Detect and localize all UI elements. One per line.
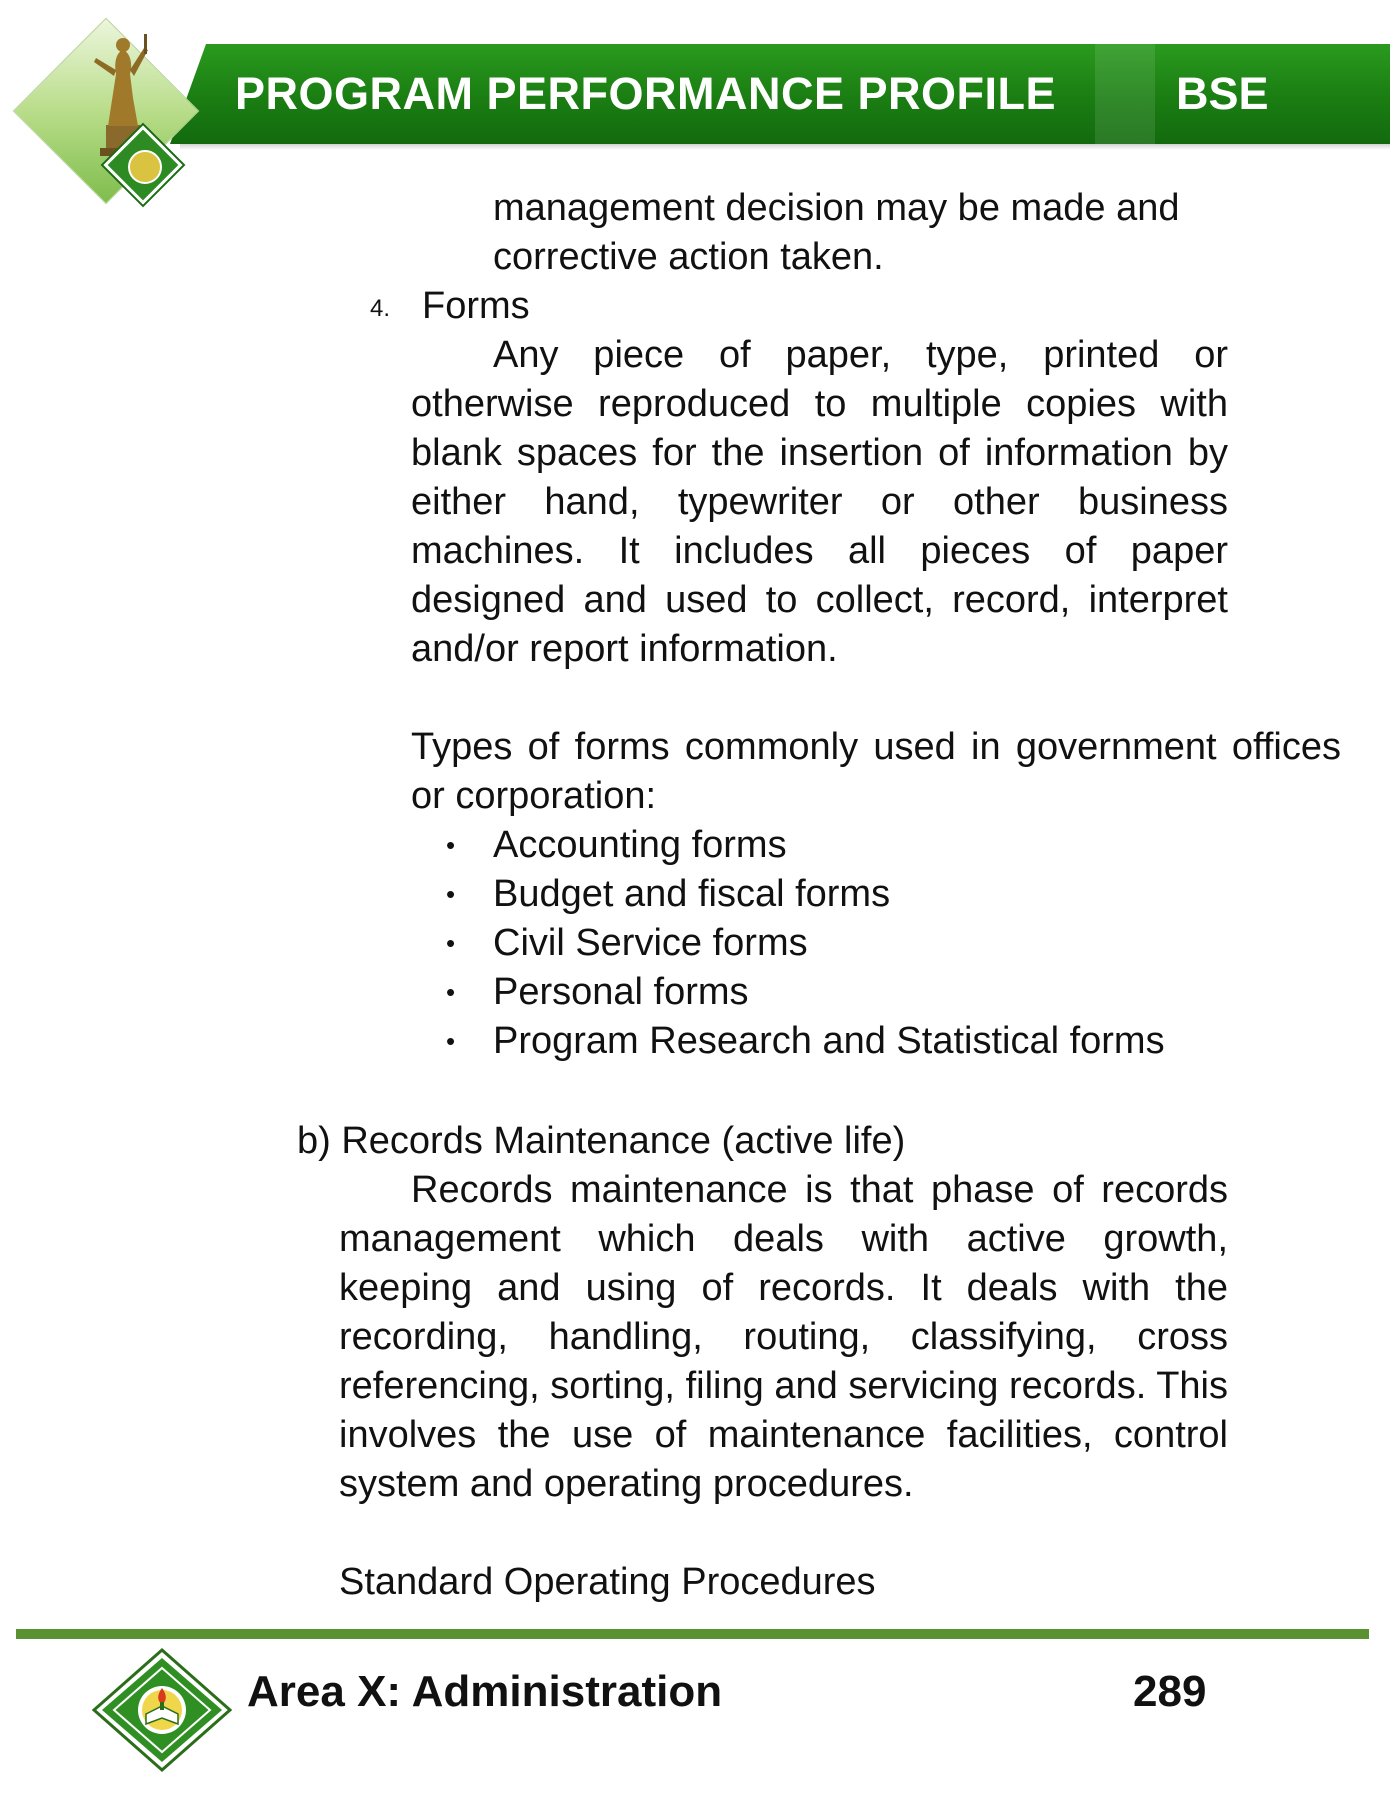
continuation-line-2: corrective action taken. — [493, 236, 884, 278]
university-seal-icon — [92, 1648, 232, 1772]
list-item-text: Civil Service forms — [493, 922, 808, 964]
list-item-text: Program Research and Statistical forms — [493, 1020, 1165, 1062]
bullet-icon: • — [446, 1026, 456, 1056]
page-number: 289 — [1133, 1667, 1207, 1716]
records-maintenance-paragraph: management which deals with active growt… — [339, 1218, 1228, 1505]
list-item-text: Budget and fiscal forms — [493, 873, 891, 915]
records-maintenance-heading: b) Records Maintenance (active life) — [297, 1120, 906, 1162]
records-maintenance-paragraph-first-line: Records maintenance is that phase of rec… — [411, 1169, 1228, 1211]
forms-heading: Forms — [422, 285, 530, 327]
list-item-text: Personal forms — [493, 971, 749, 1013]
sop-heading: Standard Operating Procedures — [339, 1561, 876, 1603]
bullet-icon: • — [446, 928, 456, 958]
forms-paragraph: otherwise reproduced to multiple copies … — [411, 383, 1228, 670]
forms-item-number: 4. — [370, 295, 391, 322]
list-item-text: Accounting forms — [493, 824, 787, 866]
header-title: PROGRAM PERFORMANCE PROFILE — [235, 68, 1057, 119]
bullet-icon: • — [446, 977, 456, 1007]
footer-rule — [16, 1629, 1369, 1639]
header-program-code: BSE — [1176, 68, 1269, 119]
footer-title: Area X: Administration — [247, 1667, 723, 1716]
forms-paragraph-first-line: Any piece of paper, type, printed or — [493, 334, 1228, 376]
forms-types-intro: Types of forms commonly used in governme… — [411, 726, 1341, 817]
bullet-icon: • — [446, 879, 456, 909]
header-seal-center — [128, 150, 162, 184]
bullet-icon: • — [446, 830, 456, 860]
continuation-line-1: management decision may be made and — [493, 187, 1180, 229]
header-band-highlight — [1095, 44, 1155, 144]
